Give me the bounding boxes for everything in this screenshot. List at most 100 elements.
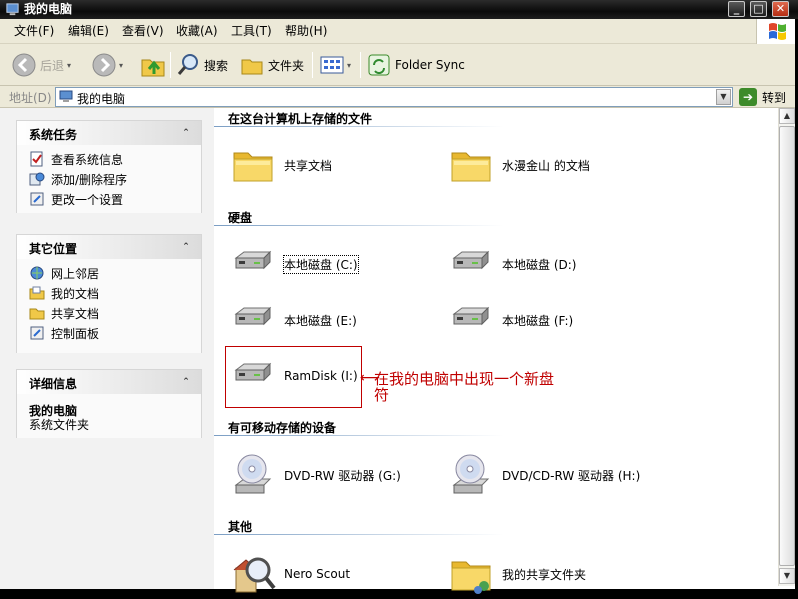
task-view-system-info[interactable]: 查看系统信息 (29, 151, 123, 167)
item-my-shared-folder[interactable]: 我的共享文件夹 (448, 549, 586, 599)
place-label: 控制面板 (51, 326, 100, 341)
address-label: 地址(D) (9, 91, 52, 105)
place-label: 共享文档 (51, 306, 100, 321)
cd-drive-icon (448, 451, 496, 499)
item-label: 本地磁盘 (C:) (283, 254, 359, 274)
scroll-up-icon[interactable]: ▲ (779, 108, 795, 124)
details-header[interactable]: 详细信息 ⌃ (17, 370, 201, 394)
place-shared-documents[interactable]: 共享文档 (29, 305, 99, 321)
scroll-down-icon[interactable]: ▼ (779, 568, 795, 584)
vertical-scrollbar[interactable]: ▲ ▼ (778, 108, 795, 586)
task-change-setting[interactable]: 更改一个设置 (29, 191, 123, 207)
go-arrow-icon: ➔ (739, 88, 757, 106)
maximize-button[interactable]: □ (750, 1, 767, 17)
details-title: 详细信息 (29, 377, 78, 391)
shared-folder-icon (29, 308, 45, 320)
collapse-chevron-icon[interactable]: ⌃ (179, 375, 193, 389)
item-user-documents[interactable]: 水漫金山 的文档 (448, 140, 590, 190)
control-panel-icon (30, 192, 44, 206)
explorer-window: 我的电脑 _ □ ✕ 文件(F) 编辑(E) 查看(V) 收藏(A) 工具(T)… (0, 0, 798, 589)
item-drive-e[interactable]: 本地磁盘 (E:) (230, 295, 357, 345)
folder-sync-icon (368, 54, 390, 76)
hard-drive-icon (448, 296, 496, 344)
group-title-removable: 有可移动存储的设备 (228, 421, 337, 435)
windows-logo (756, 19, 798, 44)
back-button[interactable]: 后退 ▾ (12, 51, 71, 79)
item-drive-d[interactable]: 本地磁盘 (D:) (448, 239, 576, 289)
group-divider (214, 435, 504, 436)
hard-drive-icon (230, 240, 278, 288)
add-remove-programs-icon (29, 172, 45, 186)
menu-bar: 文件(F) 编辑(E) 查看(V) 收藏(A) 工具(T) 帮助(H) (0, 19, 798, 44)
place-network[interactable]: 网上邻居 (29, 265, 99, 281)
menu-edit[interactable]: 编辑(E) (68, 24, 109, 39)
search-label: 搜索 (204, 58, 229, 73)
scrollbar-thumb[interactable] (779, 126, 795, 566)
place-control-panel[interactable]: 控制面板 (29, 325, 99, 341)
menu-help[interactable]: 帮助(H) (285, 24, 327, 39)
collapse-chevron-icon[interactable]: ⌃ (179, 240, 193, 254)
go-button[interactable]: ➔ 转到 (739, 87, 786, 107)
group-divider (214, 126, 504, 127)
collapse-chevron-icon[interactable]: ⌃ (179, 126, 193, 140)
place-label: 网上邻居 (51, 266, 100, 281)
system-tasks-panel: 系统任务 ⌃ 查看系统信息 添加/删除程序 更改一个设置 (16, 120, 202, 213)
item-drive-f[interactable]: 本地磁盘 (F:) (448, 295, 573, 345)
search-button[interactable]: 搜索 (176, 51, 228, 79)
item-label: Nero Scout (284, 567, 351, 581)
menu-file[interactable]: 文件(F) (14, 24, 54, 39)
window-title: 我的电脑 (24, 2, 73, 16)
task-pane: 系统任务 ⌃ 查看系统信息 添加/删除程序 更改一个设置 其它位置 ⌃ 网上邻居… (0, 108, 214, 589)
item-dvd-h[interactable]: DVD/CD-RW 驱动器 (H:) (448, 450, 640, 500)
search-icon (177, 54, 198, 75)
folder-sync-button[interactable]: Folder Sync (367, 51, 465, 79)
system-tasks-title: 系统任务 (29, 128, 78, 142)
folders-button[interactable]: 文件夹 (240, 51, 304, 79)
item-label: 本地磁盘 (E:) (284, 313, 357, 328)
forward-dropdown-icon[interactable]: ▾ (119, 61, 123, 70)
group-divider (214, 534, 504, 535)
task-add-remove-programs[interactable]: 添加/删除程序 (29, 171, 127, 187)
other-places-title: 其它位置 (29, 242, 78, 256)
annotation-text: 在我的电脑中出现一个新盘符 (374, 370, 555, 404)
up-folder-button[interactable] (140, 51, 166, 79)
other-places-header[interactable]: 其它位置 ⌃ (17, 235, 201, 259)
item-label: 本地磁盘 (F:) (502, 313, 574, 328)
toolbar: 后退 ▾ ▾ 搜索 文件夹 ▾ Folder Sync (0, 44, 798, 86)
my-computer-icon (6, 3, 19, 16)
folder-icon (230, 141, 278, 189)
item-drive-c[interactable]: 本地磁盘 (C:) (230, 239, 359, 289)
nero-scout-icon (230, 550, 278, 598)
menu-favorites[interactable]: 收藏(A) (176, 24, 218, 39)
details-panel: 详细信息 ⌃ 我的电脑 系统文件夹 (16, 369, 202, 438)
menu-tools[interactable]: 工具(T) (231, 24, 272, 39)
forward-button[interactable]: ▾ (92, 51, 123, 79)
place-label: 我的文档 (51, 286, 100, 301)
place-my-documents[interactable]: 我的文档 (29, 285, 99, 301)
group-title-hard-disks: 硬盘 (228, 211, 253, 225)
title-bar[interactable]: 我的电脑 _ □ ✕ (0, 0, 798, 19)
item-label: 我的共享文件夹 (502, 567, 587, 582)
address-input[interactable]: 我的电脑 ▼ (55, 87, 733, 107)
menu-view[interactable]: 查看(V) (122, 24, 164, 39)
forward-arrow-icon (92, 53, 116, 77)
item-dvd-g[interactable]: DVD-RW 驱动器 (G:) (230, 450, 401, 500)
my-documents-icon (29, 286, 45, 300)
views-dropdown-icon[interactable]: ▾ (347, 61, 351, 70)
item-shared-documents[interactable]: 共享文档 (230, 140, 332, 190)
address-dropdown-icon[interactable]: ▼ (716, 89, 731, 105)
close-button[interactable]: ✕ (772, 1, 789, 17)
back-arrow-icon (12, 53, 36, 77)
address-bar: 地址(D) 我的电脑 ▼ ➔ 转到 (0, 86, 798, 108)
system-info-icon (30, 151, 43, 167)
control-panel-icon (30, 326, 44, 340)
group-title-other: 其他 (228, 520, 253, 534)
system-tasks-header[interactable]: 系统任务 ⌃ (17, 121, 201, 145)
item-nero-scout[interactable]: Nero Scout (230, 549, 350, 599)
views-button[interactable]: ▾ (320, 51, 351, 79)
hard-drive-icon (448, 240, 496, 288)
back-dropdown-icon[interactable]: ▾ (67, 61, 71, 70)
item-label: 本地磁盘 (D:) (502, 257, 577, 272)
group-title-stored-files: 在这台计算机上存储的文件 (228, 112, 373, 126)
minimize-button[interactable]: _ (728, 1, 745, 17)
